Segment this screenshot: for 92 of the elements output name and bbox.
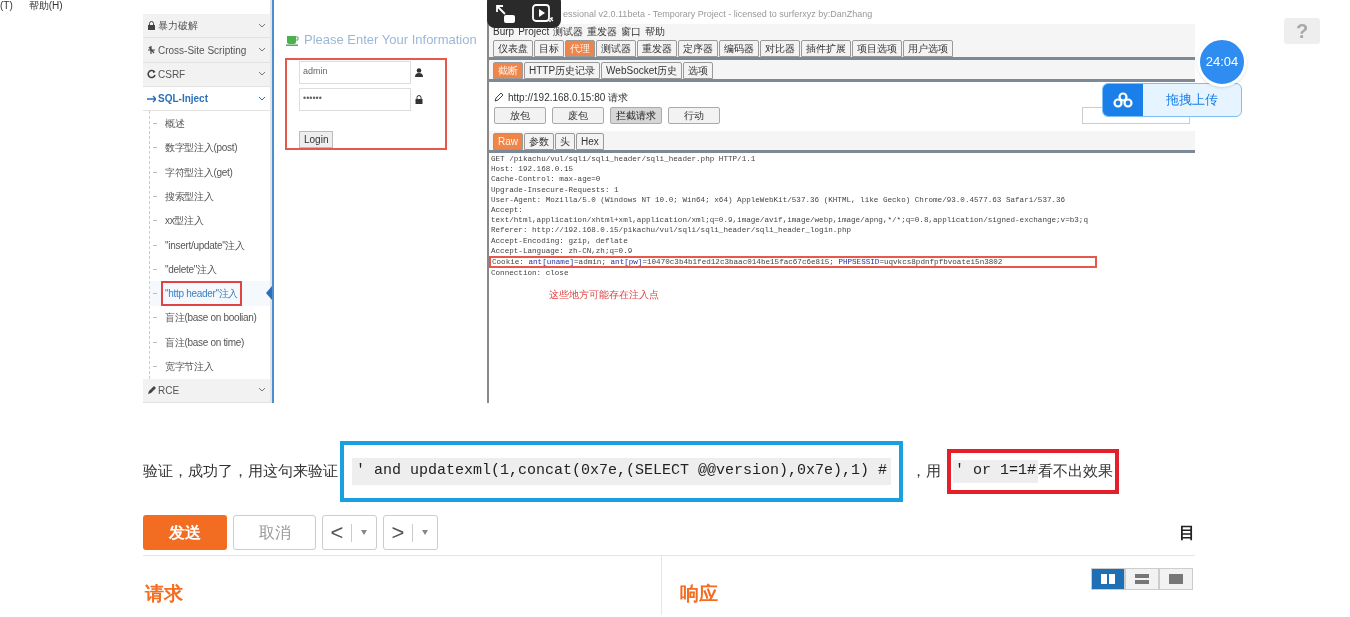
menu-item[interactable]: 测试器 [553,23,584,39]
layout-toggle[interactable] [1125,568,1159,590]
selection-arrow-icon [266,286,272,301]
layout-icon [1101,574,1115,584]
chevron-down-icon [258,71,266,78]
lock-icon [415,94,423,104]
sidebar-group[interactable]: RCE [143,378,270,403]
caret-down-icon [360,529,368,536]
sidebar-item[interactable]: 盲注(base on time) [161,332,249,352]
tab[interactable]: 测试器 [596,40,636,57]
sidebar-group[interactable]: 暴力破解 [143,14,270,39]
tab[interactable]: 仪表盘 [493,40,533,57]
timer-badge: 24:04 [1197,37,1247,87]
tab[interactable]: WebSocket历史 [601,62,683,79]
sidebar-group[interactable]: Cross-Site Scripting [143,38,270,63]
sidebar-item[interactable]: "http header"注入 [161,281,243,307]
login-button[interactable]: Login [299,130,334,148]
menu-item[interactable]: 重发器 [587,23,618,39]
caret-down-icon [421,529,429,536]
tab[interactable]: Hex [576,133,604,150]
refresh-icon [147,69,156,80]
request-url: http://192.168.0.15:80 请求 [508,90,629,105]
action-button[interactable]: 放包 [494,106,546,124]
form-title: Please Enter Your Information [304,31,477,49]
action-button[interactable]: 拦截请求 [610,106,662,124]
menu-item[interactable]: 帮助 [645,23,666,39]
tab[interactable]: 对比器 [760,40,800,57]
input-field[interactable]: •••••• [299,87,411,111]
menu-item[interactable]: 帮助(H) [28,0,63,12]
cup-icon [286,33,300,46]
sidebar-item[interactable]: 概述 [161,114,189,133]
sidebar-item[interactable]: 盲注(base on boolian) [161,308,261,328]
tab[interactable]: 参数 [524,133,554,150]
tab[interactable]: 定序器 [678,40,718,57]
sidebar-item[interactable]: xx型注入 [161,211,208,231]
tab[interactable]: 用户选项 [903,40,953,57]
layout-icon [1169,574,1183,584]
input-field[interactable]: admin [299,60,411,84]
sidebar-group-label: RCE [158,383,181,398]
user-icon [415,67,423,77]
menu-item[interactable]: (T) [0,0,13,12]
sidebar-item[interactable]: 宽字节注入 [161,357,218,376]
pencil-icon [494,92,504,102]
sidebar-group-label: 暴力破解 [158,19,199,34]
play-icon [531,4,554,24]
panel-title: 响应 [679,582,718,606]
chevron-down-icon [258,47,266,53]
window-title: essional v2.0.11beta - Temporary Project - licensed to surferxyz by:DanZhang [563,8,873,21]
layout-toggle[interactable] [1159,568,1193,590]
chevron-down-icon [258,22,266,29]
layout-icon [1135,574,1149,584]
sidebar-item[interactable]: "insert/update"注入 [161,235,249,255]
article-text: ，用 [911,461,942,483]
article-text: 验证，成功了，用这句来验证 [143,461,338,483]
inline-code: ' or 1=1# [953,460,1039,483]
sidebar-item[interactable]: "delete"注入 [161,259,221,279]
sidebar-group-label: CSRF [158,67,187,82]
panel-title: 请求 [145,582,183,606]
sidebar-group-label: Cross-Site Scripting [158,43,248,58]
sidebar-group-label: SQL-Inject [158,92,209,107]
layout-toggle[interactable] [1091,568,1125,590]
lock-icon [147,20,156,31]
tab[interactable]: 目标 [534,40,564,57]
pencil-icon [147,385,156,396]
upload-label: 拖拽上传 [1165,91,1219,109]
action-button[interactable]: 废包 [552,106,604,124]
history-button[interactable]: < [322,515,377,550]
sidebar-item[interactable]: 字符型注入(get) [161,162,237,182]
sidebar-item[interactable]: 搜索型注入 [161,186,218,206]
tab[interactable]: 插件扩展 [801,40,851,57]
tab[interactable]: 编码器 [719,40,759,57]
menu-item[interactable]: Burp [493,23,515,39]
toolbar-glyph: 目 [1179,522,1195,543]
chevron-down-icon [258,387,266,394]
tab[interactable]: HTTP历史记录 [524,62,601,79]
tab[interactable]: 重发器 [637,40,677,57]
menu-item[interactable]: 窗口 [621,23,642,39]
article-text: 看不出效果 [1038,461,1114,483]
upload-toast[interactable]: 拖拽上传 [1102,83,1242,117]
history-button[interactable]: > [383,515,438,550]
chevron-down-icon [258,95,266,102]
arrow-icon [147,93,156,104]
inline-code: ' and updatexml(1,concat(0x7e,(SELECT @@version),0x7e),1) # [352,458,892,485]
sidebar-item[interactable]: 数字型注入(post) [161,138,242,158]
tab[interactable]: 头 [555,133,575,150]
tab[interactable]: 项目选项 [852,40,902,57]
pip-icon [494,4,517,24]
action-button[interactable]: 行动 [668,106,720,124]
cloud-icon [1113,92,1133,108]
annotation-note: 这些地方可能存在注入点 [549,290,660,301]
tab[interactable]: 选项 [683,62,714,79]
sidebar-group[interactable]: CSRF [143,62,270,88]
